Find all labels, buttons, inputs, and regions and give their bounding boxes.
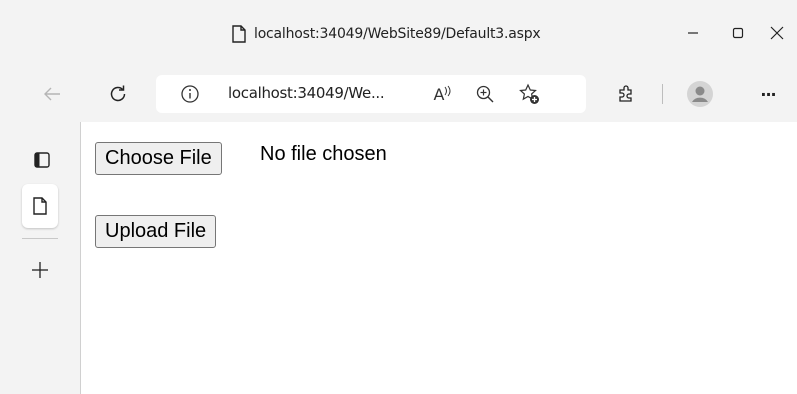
window-title-text: localhost:34049/WebSite89/Default3.aspx xyxy=(254,26,541,42)
avatar xyxy=(687,81,713,107)
refresh-icon xyxy=(108,84,128,104)
info-icon[interactable] xyxy=(180,84,200,104)
close-icon xyxy=(770,26,784,40)
tab-actions-icon xyxy=(33,151,51,169)
file-status-text: No file chosen xyxy=(260,143,387,165)
browser-toolbar: localhost:34049/We... A ··· xyxy=(0,66,797,122)
choose-file-button[interactable]: Choose File xyxy=(95,142,222,175)
window-title: localhost:34049/WebSite89/Default3.aspx xyxy=(232,20,541,48)
page-icon xyxy=(232,25,246,43)
tab-actions-button[interactable] xyxy=(22,140,62,180)
close-button[interactable] xyxy=(757,18,797,48)
read-aloud-icon[interactable]: A xyxy=(432,83,454,105)
read-aloud-label: A xyxy=(433,84,445,104)
vertical-tab-sidebar xyxy=(0,122,81,394)
new-tab-button[interactable] xyxy=(20,250,60,290)
minimize-button[interactable] xyxy=(673,18,713,48)
title-bar: localhost:34049/WebSite89/Default3.aspx xyxy=(0,0,797,66)
page-content: Choose File No file chosen Upload File xyxy=(81,122,797,394)
more-button[interactable]: ··· xyxy=(752,78,784,110)
sidebar-item-active-tab[interactable] xyxy=(22,184,58,228)
address-bar[interactable]: localhost:34049/We... A xyxy=(156,75,586,113)
address-text[interactable]: localhost:34049/We... xyxy=(228,84,385,102)
toolbar-divider xyxy=(662,84,663,104)
puzzle-icon xyxy=(616,84,636,104)
maximize-button[interactable] xyxy=(718,18,758,48)
add-favorite-icon[interactable] xyxy=(518,83,540,105)
refresh-button[interactable] xyxy=(102,78,134,110)
minimize-icon xyxy=(687,27,699,39)
maximize-icon xyxy=(732,27,744,39)
back-button[interactable] xyxy=(36,78,68,110)
plus-icon xyxy=(31,261,49,279)
page-icon xyxy=(33,197,47,215)
sidebar-divider xyxy=(22,238,58,239)
upload-file-button[interactable]: Upload File xyxy=(95,215,217,248)
profile-button[interactable] xyxy=(684,78,716,110)
more-icon: ··· xyxy=(760,84,776,104)
back-arrow-icon xyxy=(43,86,61,102)
extensions-button[interactable] xyxy=(610,78,642,110)
zoom-icon[interactable] xyxy=(474,83,496,105)
